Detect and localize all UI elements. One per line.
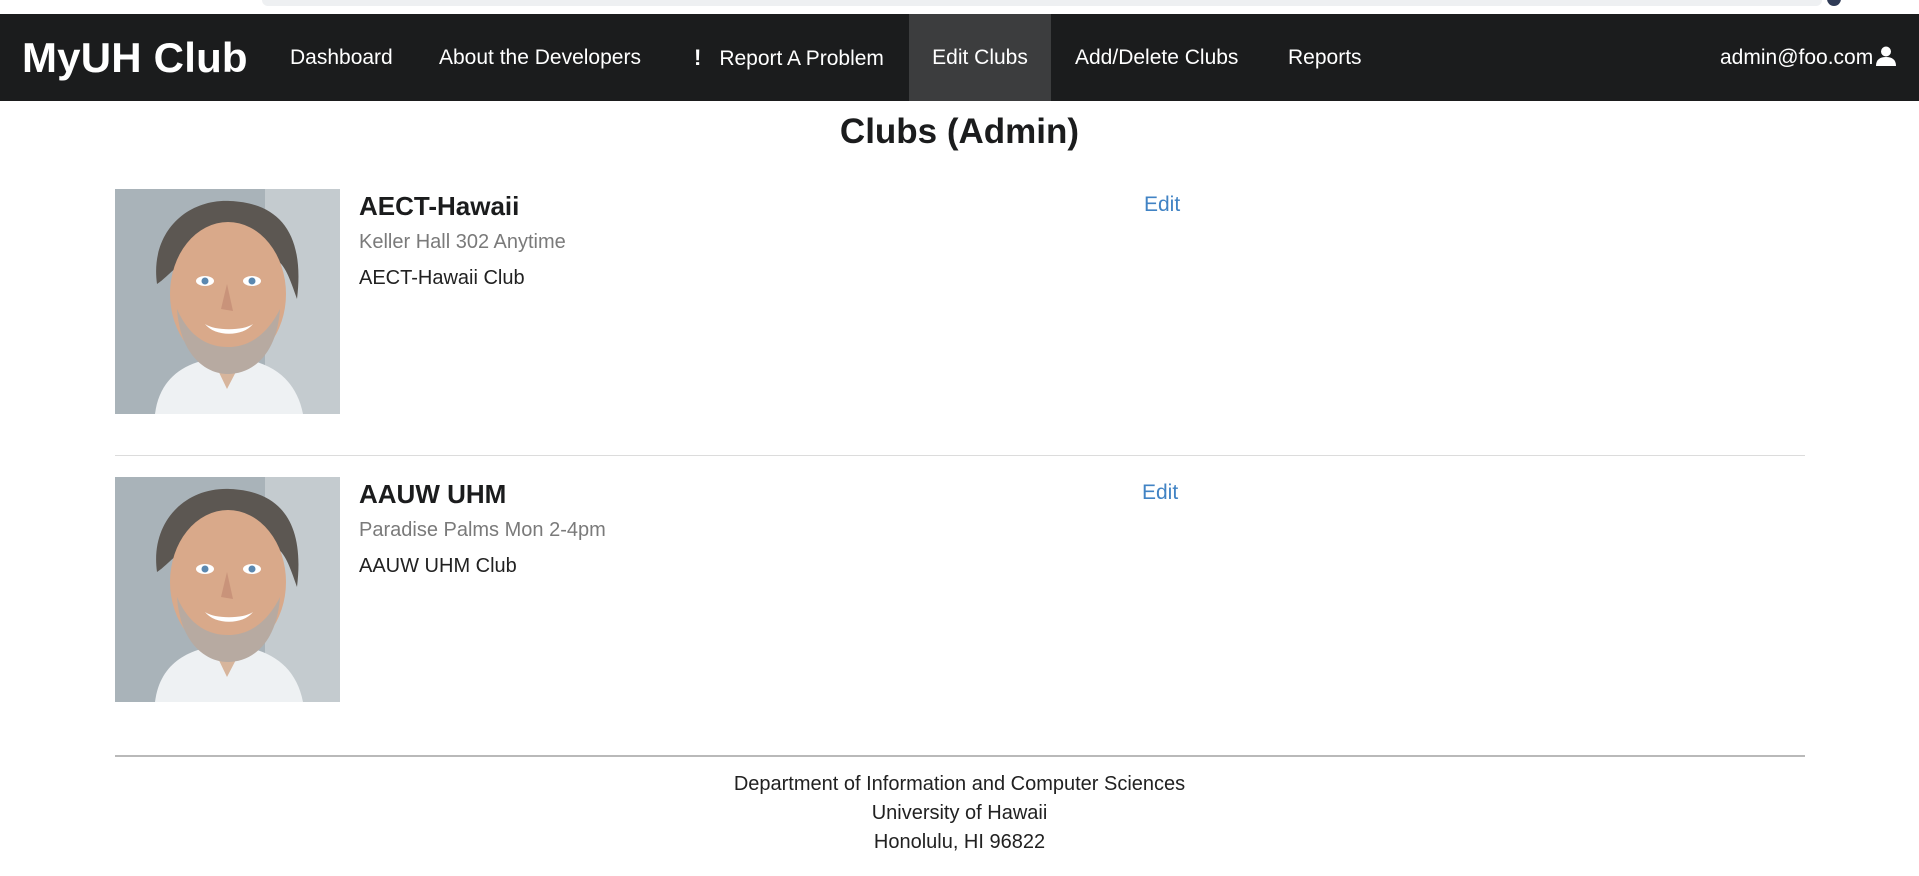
browser-address-bar-edge [262,0,1822,6]
club-description: AAUW UHM Club [359,555,517,577]
edit-club-link[interactable]: Edit [1144,193,1180,217]
club-photo [115,477,340,702]
club-name: AECT-Hawaii [359,191,520,221]
club-card: AECT-Hawaii Keller Hall 302 Anytime AECT… [115,189,1805,419]
club-divider [115,455,1805,456]
nav-report-problem[interactable]: ! Report A Problem [694,14,884,101]
club-meeting-info: Keller Hall 302 Anytime [359,231,566,253]
page-title: Clubs (Admin) [839,112,1080,151]
club-meeting-info: Paradise Palms Mon 2-4pm [359,519,606,541]
nav-add-delete-clubs[interactable]: Add/Delete Clubs [1075,14,1238,101]
edit-club-link[interactable]: Edit [1142,481,1178,505]
footer-address: Honolulu, HI 96822 [873,831,1046,853]
user-menu[interactable]: admin@foo.com [1720,14,1897,101]
exclamation-icon: ! [694,45,702,70]
nav-dashboard[interactable]: Dashboard [290,14,393,101]
nav-about-developers[interactable]: About the Developers [439,14,641,101]
club-description: AECT-Hawaii Club [359,267,525,289]
footer-university: University of Hawaii [871,802,1048,824]
club-photo [115,189,340,414]
nav-reports[interactable]: Reports [1288,14,1362,101]
user-icon [1876,46,1897,67]
nav-edit-clubs[interactable]: Edit Clubs [909,14,1051,101]
footer-divider [115,755,1805,757]
footer-department: Department of Information and Computer S… [733,773,1186,795]
brand-logo-text[interactable]: MyUH Club [22,14,248,101]
nav-report-problem-label: Report A Problem [719,47,884,70]
browser-top-strip [0,0,1919,14]
footer: Department of Information and Computer S… [0,770,1919,857]
club-name: AAUW UHM [359,479,507,509]
user-email: admin@foo.com [1720,46,1874,69]
top-navbar: MyUH Club Dashboard About the Developers… [0,14,1919,101]
browser-profile-icon [1827,0,1841,6]
club-card: AAUW UHM Paradise Palms Mon 2-4pm AAUW U… [115,477,1805,707]
